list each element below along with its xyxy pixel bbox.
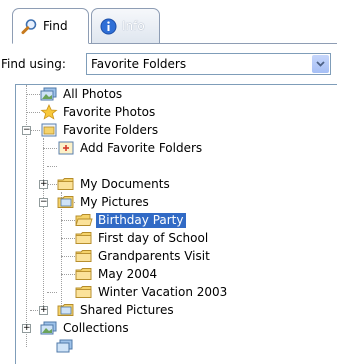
chevron-down-icon (316, 61, 325, 67)
find-using-row: Find using: Favorite Folders (0, 53, 337, 75)
tab-find-label: Find (43, 19, 68, 33)
expand-toggle-shared-pictures[interactable]: + (39, 306, 48, 315)
pictures-folder-icon (57, 302, 75, 318)
tree-item-label: Birthday Party (96, 212, 186, 228)
tree-item-collections[interactable]: Collections (40, 319, 131, 337)
star-icon (40, 104, 58, 120)
folder-icon (75, 230, 93, 246)
tree-item-my-documents[interactable]: My Documents (57, 175, 172, 193)
collapse-toggle-favorite-folders[interactable]: − (22, 126, 31, 135)
pictures-folder-icon (57, 194, 75, 210)
tree-item-label: First day of School (98, 230, 209, 245)
tree-item-label: Favorite Photos (63, 104, 156, 119)
tree-line (43, 148, 57, 149)
find-using-select[interactable]: Favorite Folders (86, 53, 331, 75)
photos-icon (40, 86, 58, 102)
tree-item-favorite-folders[interactable]: Favorite Folders (40, 121, 160, 139)
tab-info[interactable]: Info (91, 8, 160, 44)
tree-line (43, 138, 44, 306)
tree-line (61, 256, 75, 257)
folder-open-icon (75, 212, 93, 228)
folder-tree[interactable]: − + − + + All Photos Favorite Photos Fav… (15, 84, 337, 364)
tab-info-label: Info (122, 19, 145, 33)
tree-item-label: Favorite Folders (63, 122, 159, 137)
tree-item-my-pictures[interactable]: My Pictures (57, 193, 151, 211)
tree-line (26, 112, 40, 113)
magnifier-icon (21, 18, 38, 35)
folder-icon (75, 266, 93, 282)
folder-icon (75, 284, 93, 300)
collections-icon (40, 320, 58, 336)
tree-item-label: My Documents (80, 176, 170, 191)
tab-find[interactable]: Find (12, 8, 89, 44)
tree-line (61, 238, 75, 239)
tree-item-grandparents-visit[interactable]: Grandparents Visit (75, 247, 212, 265)
tree-item-add-favorite-folders[interactable]: Add Favorite Folders (57, 139, 204, 157)
tree-line (47, 292, 57, 293)
tree-line (61, 274, 75, 275)
tree-line (47, 184, 57, 185)
tree-item-label: Shared Pictures (80, 302, 174, 317)
tree-item-label: All Photos (63, 86, 123, 101)
tree-item-label: Collections (63, 320, 129, 335)
tree-item-label: Add Favorite Folders (80, 140, 203, 155)
tree-item-label: My Pictures (80, 194, 149, 209)
collapse-toggle-my-pictures[interactable]: − (39, 198, 48, 207)
tree-item-may-2004[interactable]: May 2004 (75, 265, 159, 283)
tree-line (26, 94, 40, 95)
info-icon (100, 18, 117, 35)
find-using-value: Favorite Folders (91, 57, 187, 71)
find-using-label: Find using: (1, 57, 66, 71)
dropdown-button[interactable] (312, 55, 329, 73)
expand-toggle-my-documents[interactable]: + (39, 180, 48, 189)
collections-icon (56, 338, 74, 354)
tree-line (47, 166, 57, 167)
folder-icon (75, 248, 93, 264)
tree-item-label: May 2004 (98, 266, 158, 281)
tree-item-label: Grandparents Visit (98, 248, 210, 263)
tree-item-favorite-photos[interactable]: Favorite Photos (40, 103, 157, 121)
tree-item-label: Winter Vacation 2003 (98, 284, 228, 299)
tree-item-winter-vacation-2003[interactable]: Winter Vacation 2003 (75, 283, 229, 301)
tree-line (30, 130, 40, 131)
tab-bar: Find Info (0, 0, 337, 44)
expand-toggle-collections[interactable]: + (22, 324, 31, 333)
folder-icon (57, 176, 75, 192)
tree-item-birthday-party[interactable]: Birthday Party (75, 211, 186, 229)
tree-item-partial[interactable] (56, 337, 77, 355)
favorite-folders-icon (40, 122, 58, 138)
tree-item-all-photos[interactable]: All Photos (40, 85, 124, 103)
add-folder-icon (57, 140, 75, 156)
tree-item-first-day-of-school[interactable]: First day of School (75, 229, 210, 247)
tree-line (61, 220, 75, 221)
tree-item-shared-pictures[interactable]: Shared Pictures (57, 301, 176, 319)
